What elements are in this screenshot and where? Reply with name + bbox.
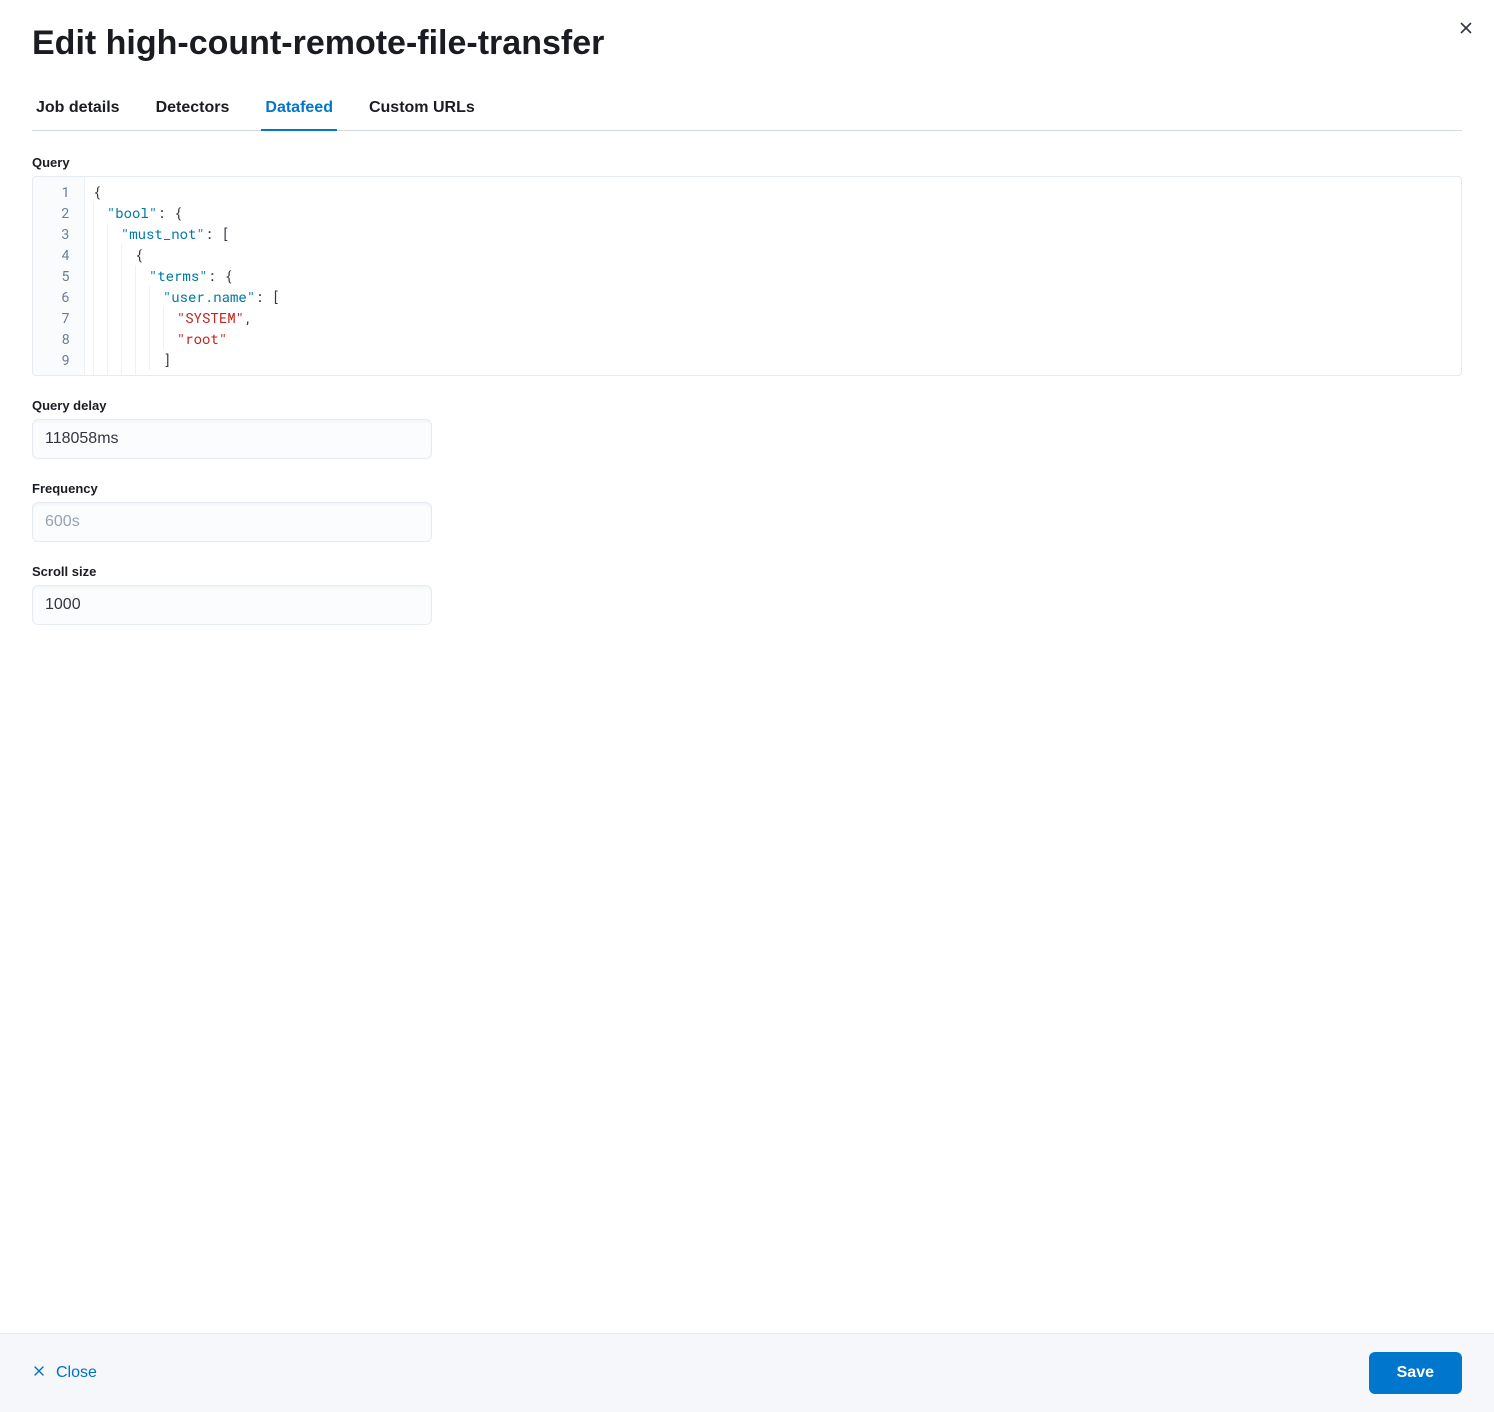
code-body[interactable]: {"bool": {"must_not": [{"terms": {"user.…	[85, 177, 1461, 375]
close-label: Close	[56, 1364, 97, 1382]
query-delay-label: Query delay	[32, 398, 1462, 413]
close-icon	[32, 1364, 46, 1383]
line-gutter: 1 2 3 4 5 6 7 8 9 10	[33, 177, 85, 375]
query-label: Query	[32, 155, 1462, 170]
frequency-input[interactable]	[32, 502, 432, 542]
tabs: Job details Detectors Datafeed Custom URLs	[32, 87, 1462, 131]
frequency-label: Frequency	[32, 481, 1462, 496]
tab-custom-urls[interactable]: Custom URLs	[365, 87, 479, 131]
save-button[interactable]: Save	[1369, 1352, 1462, 1394]
close-icon[interactable]	[1454, 16, 1478, 40]
query-editor[interactable]: 1 2 3 4 5 6 7 8 9 10 {"bool": {"must_not…	[32, 176, 1462, 376]
close-button[interactable]: Close	[32, 1364, 97, 1383]
tab-detectors[interactable]: Detectors	[152, 87, 234, 131]
footer: Close Save	[0, 1333, 1494, 1412]
scroll-size-label: Scroll size	[32, 564, 1462, 579]
query-delay-input[interactable]	[32, 419, 432, 459]
tab-job-details[interactable]: Job details	[32, 87, 124, 131]
scroll-size-input[interactable]	[32, 585, 432, 625]
tab-datafeed[interactable]: Datafeed	[261, 87, 337, 131]
page-title: Edit high-count-remote-file-transfer	[32, 24, 1462, 63]
